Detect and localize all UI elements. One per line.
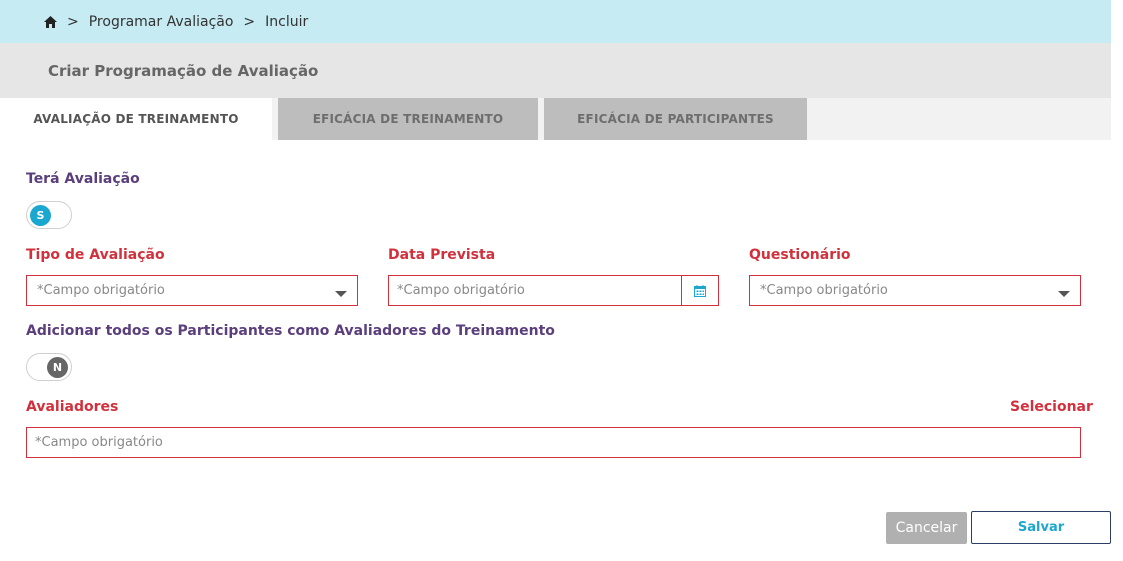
breadcrumb: > Programar Avaliação > Incluir <box>0 0 1111 43</box>
adicionar-participantes-toggle[interactable]: N <box>26 353 72 381</box>
avaliadores-placeholder: *Campo obrigatório <box>35 435 163 450</box>
tipo-avaliacao-placeholder: *Campo obrigatório <box>37 283 165 298</box>
home-icon[interactable] <box>44 15 57 28</box>
questionario-label: Questionário <box>749 247 851 263</box>
avaliadores-input[interactable]: *Campo obrigatório <box>26 427 1081 458</box>
tab-eficacia-de-treinamento[interactable]: EFICÁCIA DE TREINAMENTO <box>278 98 538 140</box>
tipo-avaliacao-label: Tipo de Avaliação <box>26 247 165 263</box>
breadcrumb-separator: > <box>243 13 256 30</box>
breadcrumb-item-programar-avaliacao[interactable]: Programar Avaliação <box>89 14 234 30</box>
calendar-button[interactable] <box>681 276 718 305</box>
calendar-icon <box>694 284 706 297</box>
breadcrumb-item-incluir: Incluir <box>265 13 309 30</box>
page-title-bar: Criar Programação de Avaliação <box>0 43 1111 98</box>
cancel-button[interactable]: Cancelar <box>886 512 967 544</box>
data-prevista-input[interactable]: *Campo obrigatório <box>388 275 719 306</box>
tab-eficacia-de-participantes[interactable]: EFICÁCIA DE PARTICIPANTES <box>544 98 807 140</box>
tipo-avaliacao-select[interactable]: *Campo obrigatório <box>26 275 358 306</box>
save-button[interactable]: Salvar <box>971 511 1111 544</box>
data-prevista-placeholder: *Campo obrigatório <box>397 283 525 298</box>
page-title: Criar Programação de Avaliação <box>48 61 319 80</box>
chevron-down-icon <box>335 291 347 297</box>
questionario-placeholder: *Campo obrigatório <box>760 283 888 298</box>
tera-avaliacao-label: Terá Avaliação <box>26 171 140 187</box>
tera-avaliacao-toggle[interactable]: S <box>26 201 72 229</box>
tab-avaliacao-de-treinamento[interactable]: AVALIAÇÃO DE TREINAMENTO <box>0 98 272 140</box>
toggle-knob: S <box>30 205 51 226</box>
questionario-select[interactable]: *Campo obrigatório <box>749 275 1081 306</box>
tab-strip: AVALIAÇÃO DE TREINAMENTO EFICÁCIA DE TRE… <box>0 98 1111 140</box>
chevron-down-icon <box>1058 291 1070 297</box>
selecionar-link[interactable]: Selecionar <box>1010 399 1093 415</box>
breadcrumb-separator: > <box>67 13 79 30</box>
adicionar-participantes-label: Adicionar todos os Participantes como Av… <box>26 323 555 339</box>
data-prevista-label: Data Prevista <box>388 247 496 263</box>
toggle-knob: N <box>47 357 68 378</box>
avaliadores-label: Avaliadores <box>26 399 119 415</box>
